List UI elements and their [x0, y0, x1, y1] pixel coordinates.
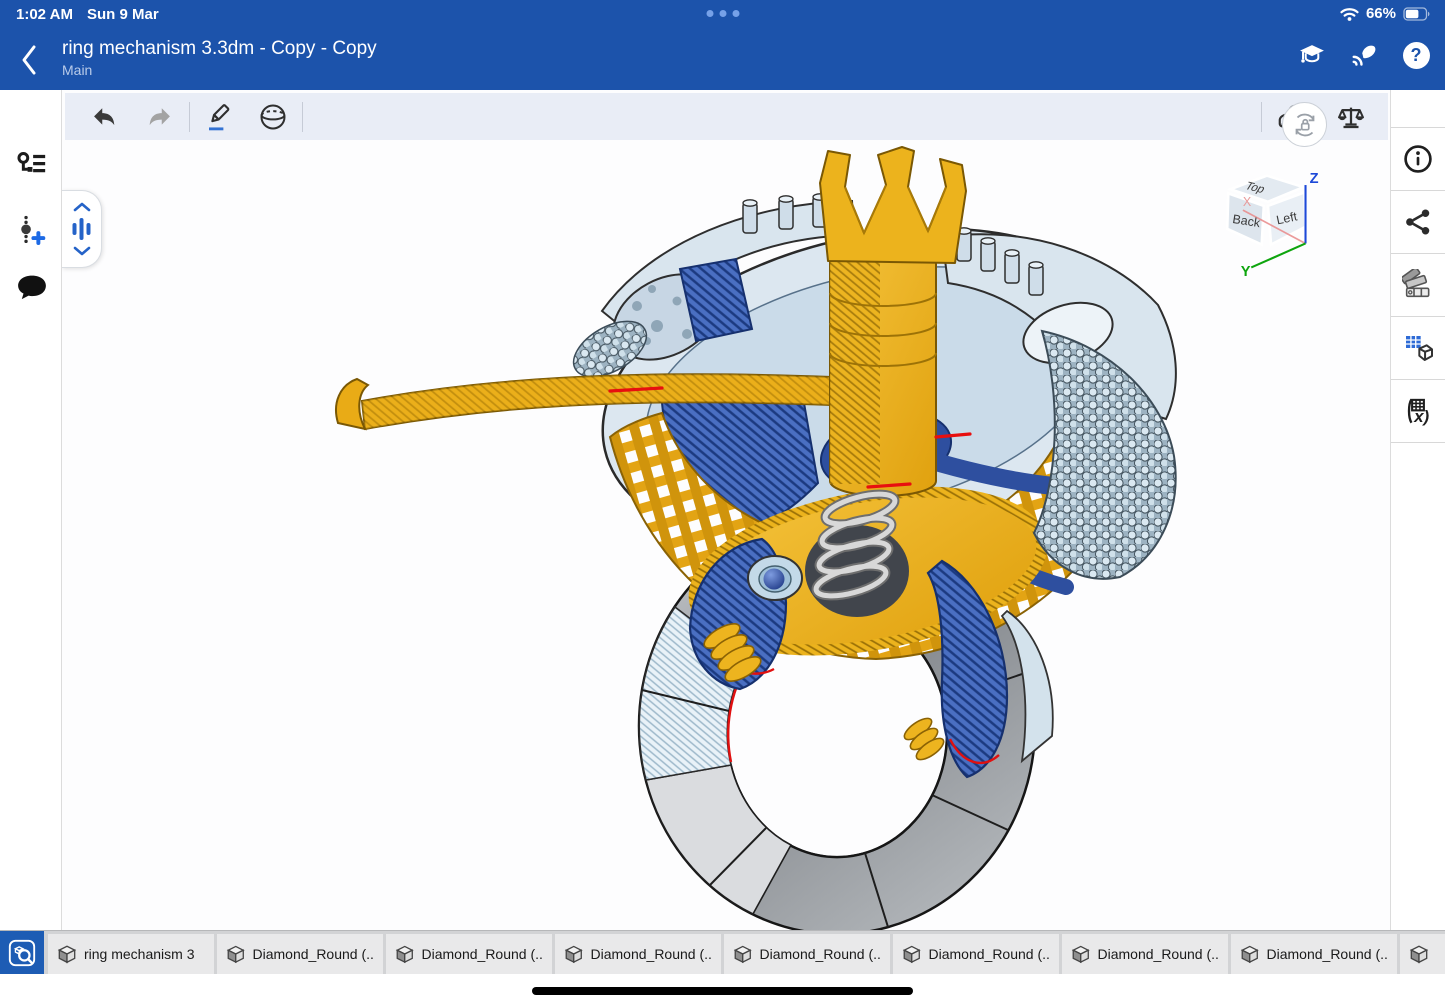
info-button[interactable] [1391, 128, 1445, 191]
tab-diamond-round-2[interactable]: Diamond_Round (... [386, 934, 552, 974]
undo-button[interactable] [83, 98, 125, 136]
color-swatches-icon [1402, 269, 1434, 301]
pen-icon [204, 102, 234, 132]
comment-bubble-icon [14, 270, 50, 304]
cube-icon [732, 943, 754, 965]
tab-diamond-round-6[interactable]: Diamond_Round (... [1062, 934, 1228, 974]
tab-ring-mechanism-3[interactable]: ring mechanism 3 [48, 934, 214, 974]
sphere-section-button[interactable] [252, 98, 294, 136]
search-cube-icon [7, 938, 37, 968]
header-bar: ring mechanism 3.3dm - Copy - Copy Main … [0, 30, 1445, 90]
add-node-button[interactable] [14, 213, 50, 249]
redo-button[interactable] [139, 98, 181, 136]
home-strip [0, 974, 1445, 1004]
model-viewport[interactable] [62, 141, 1390, 930]
right-sidebar: x) [1390, 90, 1445, 930]
left-sidebar [0, 90, 62, 930]
balance-scale-icon [1335, 102, 1367, 132]
share-button[interactable] [1391, 191, 1445, 254]
learn-button[interactable] [1297, 40, 1327, 70]
export-x-icon: x) [1401, 395, 1435, 427]
tab-diamond-round-1[interactable]: Diamond_Round (... [217, 934, 383, 974]
document-tabs: ring mechanism 3 Diamond_Round (... Diam… [44, 934, 1445, 974]
battery-percent: 66% [1366, 5, 1396, 22]
items-list-icon [14, 148, 48, 182]
redo-icon [146, 105, 174, 129]
help-button[interactable]: ? [1401, 40, 1431, 70]
chevron-down-icon [73, 246, 91, 256]
appearance-button[interactable] [1391, 254, 1445, 317]
back-button[interactable] [20, 44, 50, 78]
project-browser-button[interactable] [0, 931, 44, 974]
orbit-lock-button[interactable] [1282, 102, 1327, 147]
view-cube[interactable]: X Z Y Top Back Left [1210, 160, 1328, 280]
tab-diamond-round-5[interactable]: Diamond_Round (... [893, 934, 1059, 974]
adjust-slider-icon [70, 215, 93, 243]
home-indicator[interactable] [532, 987, 913, 995]
sphere-icon [258, 102, 288, 132]
bottom-tab-bar: ring mechanism 3 Diamond_Round (... Diam… [0, 930, 1445, 974]
add-node-icon [14, 213, 48, 247]
cube-icon [901, 943, 923, 965]
items-list-button[interactable] [14, 148, 50, 184]
tab-diamond-round-7[interactable]: Diamond_Round (... [1231, 934, 1397, 974]
cube-icon [56, 943, 78, 965]
cube-icon [563, 943, 585, 965]
pencil-connect-icon [1349, 41, 1379, 69]
workspace-name: Main [62, 62, 92, 78]
history-slider-handle[interactable] [62, 190, 102, 268]
info-icon [1402, 143, 1434, 175]
tab-diamond-round-3[interactable]: Diamond_Round (... [555, 934, 721, 974]
cube-icon [1408, 943, 1430, 965]
status-bar: 1:02 AM Sun 9 Mar 66% [0, 0, 1445, 30]
views-button[interactable] [1391, 317, 1445, 380]
grid-cube-icon [1402, 332, 1434, 364]
clock-text: 1:02 AM [16, 6, 73, 23]
sketch-pen-button[interactable] [198, 98, 240, 136]
battery-icon [1403, 6, 1431, 22]
main-area: X Z Y Top Back Left [0, 90, 1445, 930]
mass-properties-button[interactable] [1330, 98, 1372, 136]
canvas-toolbar [65, 93, 1388, 140]
cube-icon [1239, 943, 1261, 965]
gold-crown [820, 147, 966, 263]
multitask-indicator-icon[interactable] [706, 10, 739, 17]
orbit-lock-icon [1290, 110, 1320, 140]
cube-icon [394, 943, 416, 965]
chevron-up-icon [73, 202, 91, 212]
svg-text:x): x) [1413, 407, 1429, 426]
date-text: Sun 9 Mar [87, 6, 159, 23]
pencil-settings-button[interactable] [1349, 40, 1379, 70]
tab-diamond-round-partial[interactable] [1400, 934, 1445, 974]
tab-diamond-round-4[interactable]: Diamond_Round (... [724, 934, 890, 974]
axis-z-label: Z [1310, 171, 1319, 187]
comments-button[interactable] [14, 270, 50, 306]
question-mark-icon: ? [1403, 42, 1430, 69]
undo-icon [90, 105, 118, 129]
chevron-left-icon [20, 44, 38, 76]
wifi-icon [1340, 6, 1359, 22]
cube-icon [1070, 943, 1092, 965]
share-icon [1403, 207, 1433, 237]
graduation-cap-icon [1297, 41, 1327, 69]
axis-y-label: Y [1241, 264, 1251, 280]
ball-bearing [748, 556, 802, 600]
cube-icon [225, 943, 247, 965]
app-screen: 1:02 AM Sun 9 Mar 66% ring mechanism 3.3… [0, 0, 1445, 1004]
axis-x-label: X [1243, 195, 1252, 209]
document-title: ring mechanism 3.3dm - Copy - Copy [62, 38, 377, 60]
export-variables-button[interactable]: x) [1391, 380, 1445, 443]
canvas-area: X Z Y Top Back Left [62, 90, 1390, 930]
